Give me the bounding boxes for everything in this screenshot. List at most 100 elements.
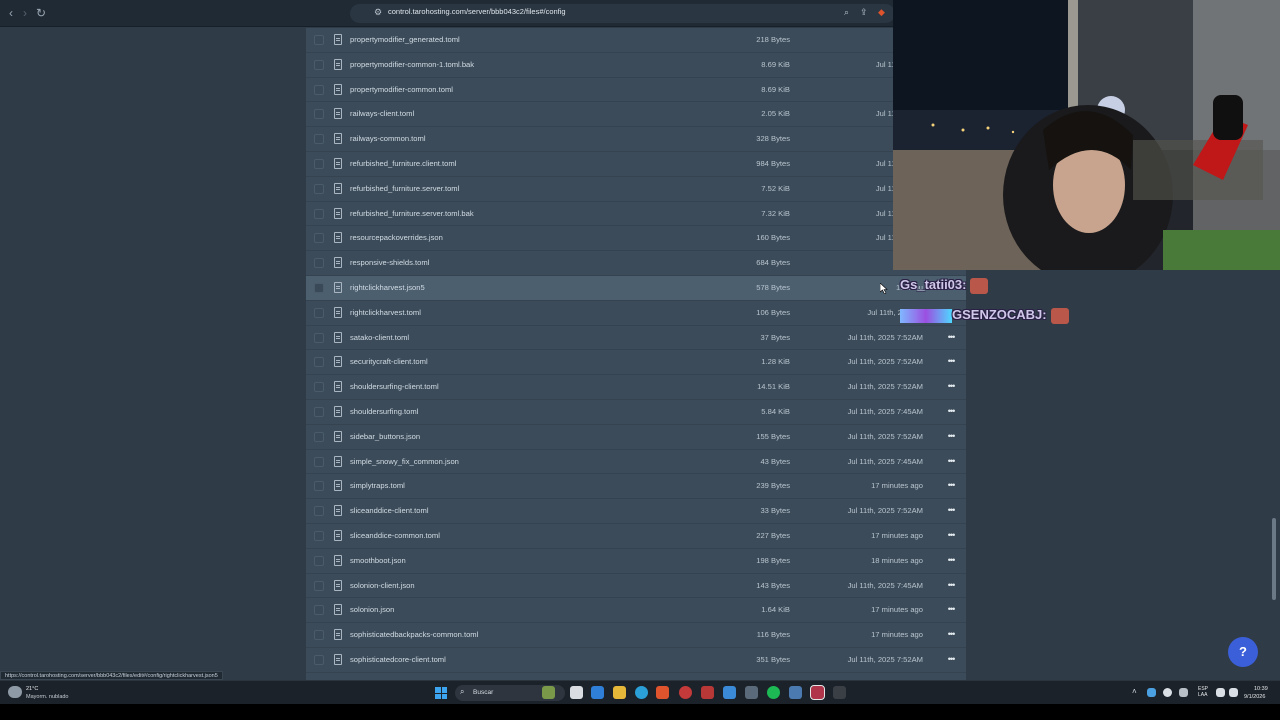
file-row[interactable]: smoothboot.json 198 Bytes 18 minutes ago ••… <box>306 549 966 574</box>
row-checkbox[interactable] <box>314 35 324 45</box>
file-name[interactable]: shouldersurfing.toml <box>350 407 418 416</box>
row-checkbox[interactable] <box>314 357 324 368</box>
brave-icon[interactable] <box>656 686 669 699</box>
calculator-icon[interactable] <box>745 686 758 699</box>
news-widget-icon[interactable] <box>542 686 555 699</box>
file-row[interactable]: responsive-shields.toml684 Bytes17 min••… <box>306 251 966 276</box>
file-row[interactable]: sophisticatedcore-client.toml 351 Bytes Ju… <box>306 648 966 673</box>
file-row[interactable]: shouldersurfing.toml 5.84 KiB Jul 11th, 20… <box>306 400 966 425</box>
windows-start-icon[interactable] <box>435 687 447 699</box>
row-checkbox[interactable] <box>314 481 324 492</box>
help-button[interactable]: ? <box>1228 637 1258 667</box>
row-checkbox[interactable] <box>314 605 324 616</box>
file-name[interactable]: sliceanddice-common.toml <box>350 531 440 540</box>
file-name[interactable]: propertymodifier-common.toml <box>350 85 453 94</box>
file-row[interactable]: refurbished_furniture.client.toml 984 Byt… <box>306 152 966 177</box>
input-language[interactable]: ESP LAA <box>1198 686 1208 698</box>
clock-date[interactable]: 9/1/2026 <box>1244 694 1265 700</box>
file-name[interactable]: simplytraps.toml <box>350 481 405 490</box>
file-row[interactable]: sliceanddice-client.toml 33 Bytes Jul 11th… <box>306 499 966 524</box>
row-checkbox[interactable] <box>314 59 324 70</box>
file-row[interactable]: simplytraps.toml 239 Bytes 17 minutes ago •… <box>306 474 966 500</box>
scrollbar-thumb[interactable] <box>1272 518 1276 600</box>
volume-icon[interactable] <box>1229 688 1238 697</box>
row-checkbox[interactable] <box>314 208 324 219</box>
file-name[interactable]: propertymodifier_generated.toml <box>350 35 460 44</box>
file-row[interactable]: securitycraft-client.toml 1.28 KiB Jul 11t… <box>306 350 966 376</box>
row-checkbox[interactable] <box>314 456 324 467</box>
file-row[interactable]: sophisticatedbackpacks-common.toml 116 By… <box>306 623 966 648</box>
row-checkbox[interactable] <box>314 555 324 566</box>
file-row[interactable]: simple_snowy_fix_common.json 43 Bytes Jul … <box>306 450 966 475</box>
row-checkbox[interactable] <box>314 506 324 517</box>
more-options-icon[interactable]: ••• <box>944 628 958 640</box>
share-icon[interactable]: ⇪ <box>860 7 868 18</box>
file-row[interactable]: propertymodifier-common.toml8.69 KiB17 m… <box>306 78 966 103</box>
file-row[interactable]: propertymodifier_generated.toml 218 Bytes… <box>306 28 966 53</box>
file-name[interactable]: rightclickharvest.json5 <box>350 283 425 292</box>
spotify-icon[interactable] <box>767 686 780 699</box>
file-row[interactable]: sidebar_buttons.json 155 Bytes Jul 11th, 2… <box>306 425 966 450</box>
file-name[interactable]: solonion.json <box>350 605 394 614</box>
microphone-icon[interactable] <box>1179 688 1188 697</box>
tray-app-icon[interactable] <box>1163 688 1172 697</box>
file-name[interactable]: satako-client.toml <box>350 333 409 342</box>
file-row[interactable]: satako-client.toml 37 Bytes Jul 11th, 2025… <box>306 326 966 351</box>
file-row[interactable]: refurbished_furniture.server.toml.bak 7.3… <box>306 202 966 227</box>
row-checkbox[interactable] <box>314 580 324 591</box>
back-icon[interactable]: ‹ <box>4 6 18 20</box>
row-checkbox[interactable] <box>314 233 324 244</box>
file-name[interactable]: solonion-client.json <box>350 581 415 590</box>
row-checkbox[interactable] <box>314 183 324 194</box>
row-checkbox[interactable] <box>314 109 324 120</box>
more-options-icon[interactable]: ••• <box>944 653 958 665</box>
steam-icon[interactable] <box>789 686 802 699</box>
more-options-icon[interactable]: ••• <box>944 455 958 467</box>
file-row[interactable]: propertymodifier-common-1.toml.bak 8.69 K… <box>306 53 966 78</box>
file-name[interactable]: refurbished_furniture.server.toml <box>350 184 459 193</box>
address-bar[interactable]: ⚙ control.tarohosting.com/server/bbb043c… <box>350 4 895 23</box>
file-row[interactable]: sliceanddice-common.toml 227 Bytes 17 minu… <box>306 524 966 549</box>
tray-app-icon[interactable] <box>1147 688 1156 697</box>
file-row[interactable]: refurbished_furniture.server.toml 7.52 Ki… <box>306 177 966 202</box>
wifi-icon[interactable] <box>1216 688 1225 697</box>
file-name[interactable]: sidebar_buttons.json <box>350 432 420 441</box>
more-options-icon[interactable]: ••• <box>944 380 958 392</box>
row-checkbox[interactable] <box>314 407 324 417</box>
file-row[interactable]: railways-common.toml328 Bytes17 min••• <box>306 127 966 152</box>
row-checkbox[interactable] <box>314 258 324 269</box>
more-options-icon[interactable]: ••• <box>944 430 958 442</box>
file-name[interactable]: refurbished_furniture.server.toml.bak <box>350 209 474 218</box>
file-name[interactable]: sophisticatedcore-client.toml <box>350 655 446 664</box>
row-checkbox[interactable] <box>314 382 324 393</box>
more-options-icon[interactable]: ••• <box>944 331 958 343</box>
tray-chevron-icon[interactable]: ˄ <box>1132 687 1137 696</box>
zoom-icon[interactable]: ⌕ <box>844 7 849 18</box>
task-view-icon[interactable] <box>570 686 583 699</box>
file-name[interactable]: resourcepackoverrides.json <box>350 233 443 242</box>
file-name[interactable]: sophisticatedbackpacks-common.toml <box>350 630 478 639</box>
row-checkbox[interactable] <box>314 531 324 541</box>
file-row[interactable]: rightclickharvest.toml 106 Bytes Jul 11th,… <box>306 301 966 326</box>
chat-app-icon[interactable] <box>591 686 604 699</box>
file-row[interactable]: shouldersurfing-client.toml 14.51 KiB Jul … <box>306 375 966 400</box>
row-checkbox[interactable] <box>314 84 324 95</box>
row-checkbox[interactable] <box>314 283 324 293</box>
more-options-icon[interactable]: ••• <box>944 579 958 591</box>
brave-shield-icon[interactable]: ◆ <box>878 7 885 18</box>
row-checkbox[interactable] <box>314 134 324 145</box>
file-name[interactable]: shouldersurfing-client.toml <box>350 382 439 391</box>
game-app-icon[interactable] <box>833 686 846 699</box>
file-name[interactable]: securitycraft-client.toml <box>350 357 428 366</box>
site-info-icon[interactable]: ⚙ <box>374 7 382 18</box>
forward-icon[interactable]: › <box>18 6 32 20</box>
file-explorer-icon[interactable] <box>613 686 626 699</box>
file-name[interactable]: propertymodifier-common-1.toml.bak <box>350 60 474 69</box>
editor-app-icon[interactable] <box>723 686 736 699</box>
more-options-icon[interactable]: ••• <box>944 405 958 417</box>
row-checkbox[interactable] <box>314 332 324 343</box>
weather-temp[interactable]: 21°C <box>26 686 38 692</box>
weather-desc[interactable]: Mayorm. nublado <box>26 694 69 700</box>
row-checkbox[interactable] <box>314 307 324 318</box>
file-row[interactable]: railways-client.toml2.05 KiBJul 11th, 20… <box>306 102 966 128</box>
